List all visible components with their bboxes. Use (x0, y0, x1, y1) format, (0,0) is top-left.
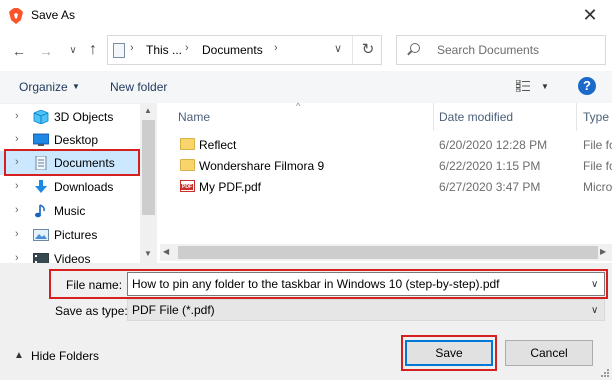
save-as-type-label: Save as type: (55, 304, 128, 318)
scroll-down-icon[interactable]: ▼ (144, 249, 152, 258)
file-name: My PDF.pdf (199, 180, 262, 194)
caret-down-icon[interactable]: ▼ (72, 82, 80, 91)
breadcrumb-separator-icon[interactable]: › (185, 42, 189, 54)
resize-grip-icon[interactable] (598, 366, 610, 378)
breadcrumb-this-pc[interactable]: This ... (146, 43, 182, 57)
folder-icon (180, 138, 195, 150)
column-header-type[interactable]: Type (583, 110, 609, 124)
folder-icon (180, 159, 195, 171)
file-date: 6/20/2020 12:28 PM (439, 138, 548, 152)
chevron-right-icon[interactable]: › (15, 110, 19, 122)
file-date: 6/27/2020 3:47 PM (439, 180, 541, 194)
forward-arrow-icon[interactable]: → (36, 41, 56, 61)
file-list: Name Date modified Type Reflect 6/20/202… (160, 103, 612, 263)
brave-browser-icon (9, 8, 23, 24)
desktop-icon (33, 133, 49, 146)
address-dropdown-icon[interactable]: ∨ (334, 42, 342, 55)
back-arrow-icon[interactable]: ← (9, 41, 29, 61)
help-icon[interactable]: ? (578, 77, 596, 95)
nav-scroll-thumb[interactable] (142, 120, 155, 215)
column-divider[interactable] (576, 103, 577, 131)
breadcrumb-documents[interactable]: Documents (202, 43, 263, 57)
cancel-button[interactable]: Cancel (505, 340, 593, 366)
address-row: ← → ∨ ↑ › This ... › Documents › ∨ ↻ Sea… (0, 31, 612, 71)
title-bar: Save As ✕ (0, 0, 612, 31)
breadcrumb-separator-icon[interactable]: › (274, 42, 278, 54)
file-type: File fo (583, 138, 612, 152)
horizontal-scroll-thumb[interactable] (178, 246, 598, 259)
3d-objects-icon (33, 110, 49, 124)
close-icon[interactable]: ✕ (577, 4, 603, 26)
search-icon (410, 43, 420, 53)
file-type: File fo (583, 159, 612, 173)
address-bar[interactable]: › This ... › Documents › ∨ ↻ (107, 35, 382, 65)
refresh-icon[interactable]: ↻ (358, 40, 378, 60)
chevron-up-icon[interactable]: ▲ (14, 350, 24, 361)
caret-down-icon[interactable]: ▼ (541, 82, 549, 91)
hide-folders-button[interactable]: Hide Folders (31, 349, 99, 363)
breadcrumb-separator-icon[interactable]: › (130, 42, 134, 54)
documents-highlight-box (4, 149, 140, 176)
view-options-icon[interactable] (516, 80, 530, 92)
window-title: Save As (31, 8, 76, 22)
file-name: Reflect (199, 138, 237, 152)
downloads-icon (35, 180, 47, 193)
nav-label: 3D Objects (54, 110, 114, 124)
save-as-type-select[interactable]: PDF File (*.pdf) (127, 299, 605, 321)
organize-button[interactable]: Organize (19, 80, 68, 94)
sort-caret-icon: ^ (296, 101, 301, 111)
search-placeholder: Search Documents (437, 43, 540, 57)
file-row[interactable]: Wondershare Filmora 9 6/22/2020 1:15 PM … (160, 156, 612, 176)
divider (352, 36, 353, 64)
chevron-right-icon[interactable]: › (15, 133, 19, 145)
nav-label: Pictures (54, 228, 98, 242)
chevron-right-icon[interactable]: › (15, 180, 19, 192)
chevron-right-icon[interactable]: › (15, 204, 19, 216)
nav-item-pictures[interactable]: › Pictures (0, 223, 140, 247)
nav-label: Music (54, 204, 86, 218)
scroll-up-icon[interactable]: ▲ (144, 106, 152, 115)
search-input[interactable]: Search Documents (396, 35, 606, 65)
column-divider[interactable] (433, 103, 434, 131)
nav-item-3d-objects[interactable]: › 3D Objects (0, 105, 140, 129)
nav-item-music[interactable]: › Music (0, 199, 140, 223)
nav-label: Desktop (54, 133, 99, 147)
file-row[interactable]: Reflect 6/20/2020 12:28 PM File fo (160, 135, 612, 155)
new-folder-button[interactable]: New folder (110, 80, 167, 94)
scroll-right-icon[interactable]: ▶ (600, 247, 606, 256)
music-icon (35, 204, 45, 218)
recent-locations-chevron-icon[interactable]: ∨ (63, 41, 83, 61)
chevron-right-icon[interactable]: › (15, 228, 19, 240)
nav-label: Downloads (54, 180, 114, 194)
pictures-icon (33, 229, 49, 241)
documents-icon (113, 43, 125, 58)
column-header-date[interactable]: Date modified (439, 110, 513, 124)
file-name-highlight-box (49, 269, 608, 299)
file-row[interactable]: My PDF.pdf 6/27/2020 3:47 PM Micro (160, 177, 612, 197)
file-type: Micro (583, 180, 612, 194)
file-date: 6/22/2020 1:15 PM (439, 159, 541, 173)
command-bar: Organize ▼ New folder ▼ ? (0, 71, 612, 103)
column-header-name[interactable]: Name (178, 110, 210, 124)
save-button[interactable]: Save (405, 340, 493, 366)
nav-item-downloads[interactable]: › Downloads (0, 175, 140, 199)
scroll-left-icon[interactable]: ◀ (163, 247, 169, 256)
up-arrow-icon[interactable]: ↑ (83, 40, 103, 60)
navigation-pane: › 3D Objects › Desktop › Documents › Dow… (0, 103, 157, 266)
file-name: Wondershare Filmora 9 (199, 159, 325, 173)
pdf-icon (180, 180, 195, 192)
chevron-down-icon[interactable]: ∨ (591, 305, 598, 316)
